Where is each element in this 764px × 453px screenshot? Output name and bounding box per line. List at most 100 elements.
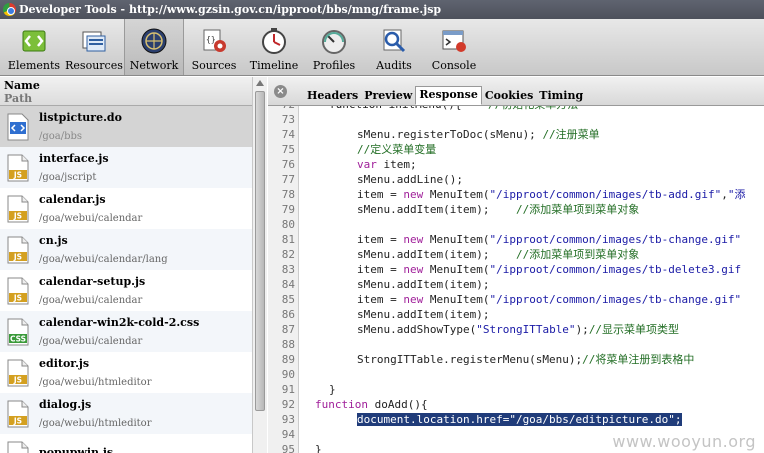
line-number: 90 — [281, 368, 295, 381]
resource-name: cn.js — [39, 233, 68, 247]
line-number: 91 — [281, 383, 295, 396]
response-source: 72function initMenu(){ //初始化菜单方法7374sMen… — [268, 106, 764, 453]
resource-list: listpicture.do/goa/bbs JS interface.js/goa… — [0, 106, 252, 453]
line-number: 92 — [281, 398, 295, 411]
tool-profiles[interactable]: Profiles — [304, 19, 364, 75]
resource-name: editor.js — [39, 356, 90, 370]
line-number: 79 — [281, 203, 295, 216]
code-line: 74 sMenu.registerToDoc(sMenu); //注册菜单 — [268, 127, 600, 142]
resource-row[interactable]: CSS calendar-win2k-cold-2.css/goa/webui/c… — [0, 311, 252, 352]
code-line: 88 — [268, 337, 295, 352]
resource-path: /goa/jscript — [39, 171, 97, 183]
timeline-icon — [260, 27, 288, 55]
svg-text:JS: JS — [13, 375, 22, 384]
code-text: StrongITTable.registerMenu(sMenu);//将菜单注… — [357, 353, 695, 366]
tool-network[interactable]: Network — [124, 19, 184, 75]
resource-list-scrollbar[interactable] — [252, 77, 267, 453]
code-line: 86 sMenu.addItem(item); — [268, 307, 490, 322]
line-number: 86 — [281, 308, 295, 321]
console-icon — [440, 27, 468, 55]
resource-name: dialog.js — [39, 397, 92, 411]
svg-text:JS: JS — [13, 211, 22, 220]
line-number: 77 — [281, 173, 295, 186]
resources-icon — [80, 27, 108, 55]
tab-response[interactable]: Response — [415, 86, 482, 105]
response-panel: × HeadersPreviewResponseCookiesTiming 72… — [268, 77, 764, 453]
code-text: sMenu.addItem(item); //添加菜单项到菜单对象 — [357, 248, 640, 261]
resource-row[interactable]: JS interface.js/goa/jscript — [0, 147, 252, 188]
resource-row[interactable]: JS dialog.js/goa/webui/htmleditor — [0, 393, 252, 434]
code-text: sMenu.addLine(); — [357, 173, 463, 186]
tab-preview[interactable]: Preview — [361, 87, 415, 105]
detail-tabs: Headers Preview Response Cookies Timing — [304, 86, 586, 105]
line-number: 82 — [281, 248, 295, 261]
line-number: 87 — [281, 323, 295, 336]
code-line: 79 sMenu.addItem(item); //添加菜单项到菜单对象 — [268, 202, 639, 217]
svg-text:JS: JS — [13, 170, 22, 179]
detail-tab-bar: × Headers Preview Response Cookies Timing — [268, 77, 764, 106]
document-file-icon — [7, 113, 29, 141]
tool-resources[interactable]: Resources — [64, 19, 124, 75]
code-text: sMenu.registerToDoc(sMenu); //注册菜单 — [357, 128, 600, 141]
resource-row[interactable]: JS calendar-setup.js/goa/webui/calendar — [0, 270, 252, 311]
code-text: var item; — [357, 158, 417, 171]
tool-elements[interactable]: Elements — [4, 19, 64, 75]
code-text: document.location.href="/goa/bbs/editpic… — [357, 413, 682, 426]
code-text: function initMenu(){ //初始化菜单方法 — [329, 106, 578, 112]
resource-row[interactable]: JS editor.js/goa/webui/htmleditor — [0, 352, 252, 393]
line-number: 84 — [281, 278, 295, 291]
code-line: 83 item = new MenuItem("/ipproot/common/i… — [268, 262, 741, 277]
resource-row[interactable]: JS popupwin.js — [0, 434, 252, 453]
line-number: 75 — [281, 143, 295, 156]
resource-path: /goa/bbs — [39, 130, 83, 142]
tool-audits[interactable]: Audits — [364, 19, 424, 75]
name-column-header[interactable]: Name Path — [0, 77, 252, 106]
tool-timeline[interactable]: Timeline — [244, 19, 304, 75]
scroll-up-arrow-icon[interactable] — [256, 80, 264, 86]
watermark: www.wooyun.org — [612, 432, 756, 451]
resource-path: /goa/webui/calendar — [39, 212, 143, 224]
svg-text:CSS: CSS — [10, 334, 26, 343]
code-text: item = new MenuItem("/ipproot/common/ima… — [357, 293, 742, 306]
code-text: } — [315, 443, 322, 453]
line-number: 83 — [281, 263, 295, 276]
tool-console[interactable]: Console — [424, 19, 484, 75]
code-line: 89 StrongITTable.registerMenu(sMenu);//将菜… — [268, 352, 695, 367]
line-number: 78 — [281, 188, 295, 201]
code-line: 85 item = new MenuItem("/ipproot/common/i… — [268, 292, 741, 307]
code-text: sMenu.addItem(item); //添加菜单项到菜单对象 — [357, 203, 640, 216]
close-icon[interactable]: × — [274, 85, 287, 98]
audits-icon — [380, 27, 408, 55]
code-text: item = new MenuItem("/ipproot/common/ima… — [357, 263, 742, 276]
tab-headers[interactable]: Headers — [304, 87, 361, 105]
code-line: 95} — [268, 442, 322, 453]
code-line: 81 item = new MenuItem("/ipproot/common/i… — [268, 232, 741, 247]
resource-name: calendar-win2k-cold-2.css — [39, 315, 200, 329]
resource-path: /goa/webui/htmleditor — [39, 376, 152, 388]
code-line: 82 sMenu.addItem(item); //添加菜单项到菜单对象 — [268, 247, 639, 262]
network-resource-panel: Name Path listpicture.do/goa/bbs JS interf… — [0, 77, 267, 453]
resource-name: calendar.js — [39, 192, 106, 206]
scrollbar-thumb[interactable] — [255, 91, 265, 411]
resource-name: calendar-setup.js — [39, 274, 146, 288]
code-line: 77 sMenu.addLine(); — [268, 172, 463, 187]
js-file-icon: JS — [7, 400, 29, 428]
tab-cookies[interactable]: Cookies — [482, 87, 536, 105]
code-line: 78 item = new MenuItem("/ipproot/common/i… — [268, 187, 746, 202]
js-file-icon: JS — [7, 154, 29, 182]
js-file-icon: JS — [7, 195, 29, 223]
resource-row[interactable]: JS calendar.js/goa/webui/calendar — [0, 188, 252, 229]
code-text: item = new MenuItem("/ipproot/common/ima… — [357, 188, 746, 201]
code-text: sMenu.addShowType("StrongITTable");//显示菜… — [357, 323, 680, 336]
resource-row[interactable]: JS cn.js/goa/webui/calendar/lang — [0, 229, 252, 270]
svg-text:JS: JS — [13, 293, 22, 302]
tool-sources[interactable]: {} Sources — [184, 19, 244, 75]
code-line: 91} — [268, 382, 336, 397]
sources-icon: {} — [200, 27, 228, 55]
tab-timing[interactable]: Timing — [536, 87, 586, 105]
svg-text:JS: JS — [13, 416, 22, 425]
code-line: 75 //定义菜单变量 — [268, 142, 437, 157]
resource-row[interactable]: listpicture.do/goa/bbs — [0, 106, 252, 147]
line-number: 85 — [281, 293, 295, 306]
name-header-label: Name — [4, 79, 40, 92]
